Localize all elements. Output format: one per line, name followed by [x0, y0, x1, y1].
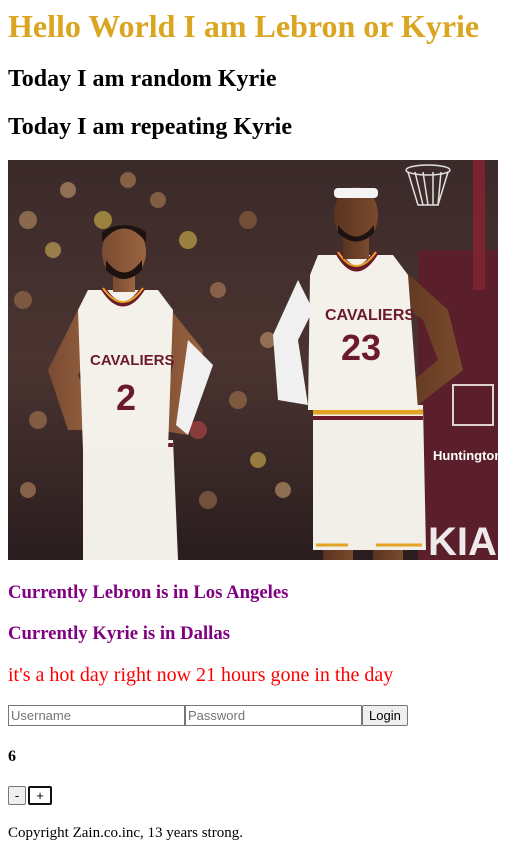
password-input[interactable]	[185, 705, 362, 726]
player-kyrie-jersey-text: CAVALIERS	[90, 352, 174, 369]
decrement-button[interactable]: -	[8, 786, 26, 805]
login-button[interactable]: Login	[362, 705, 408, 726]
weather-status: it's a hot day right now 21 hours gone i…	[8, 664, 394, 686]
random-kyrie-heading: Today I am random Kyrie	[8, 66, 277, 92]
players-photo: Huntington KIA CAVALIERS 2 CAVALIERS 23	[8, 160, 498, 560]
player-lebron-jersey-text: CAVALIERS	[325, 307, 415, 324]
counter-stepper: - +	[8, 786, 52, 805]
repeating-kyrie-heading: Today I am repeating Kyrie	[8, 114, 293, 140]
login-form: Login	[8, 705, 408, 726]
lebron-location: Currently Lebron is in Los Angeles	[8, 582, 289, 603]
page-title: Hello World I am Lebron or Kyrie	[8, 8, 480, 44]
svg-text:KIA: KIA	[428, 520, 497, 560]
player-kyrie-number: 2	[116, 377, 136, 418]
username-input[interactable]	[8, 705, 185, 726]
kyrie-location: Currently Kyrie is in Dallas	[8, 623, 231, 644]
arena-sign-text: Huntington	[433, 448, 498, 463]
player-lebron-number: 23	[341, 327, 381, 368]
copyright-footer: Copyright Zain.co.inc, 13 years strong.	[8, 825, 243, 841]
increment-button[interactable]: +	[28, 786, 52, 805]
counter-value: 6	[8, 748, 16, 765]
